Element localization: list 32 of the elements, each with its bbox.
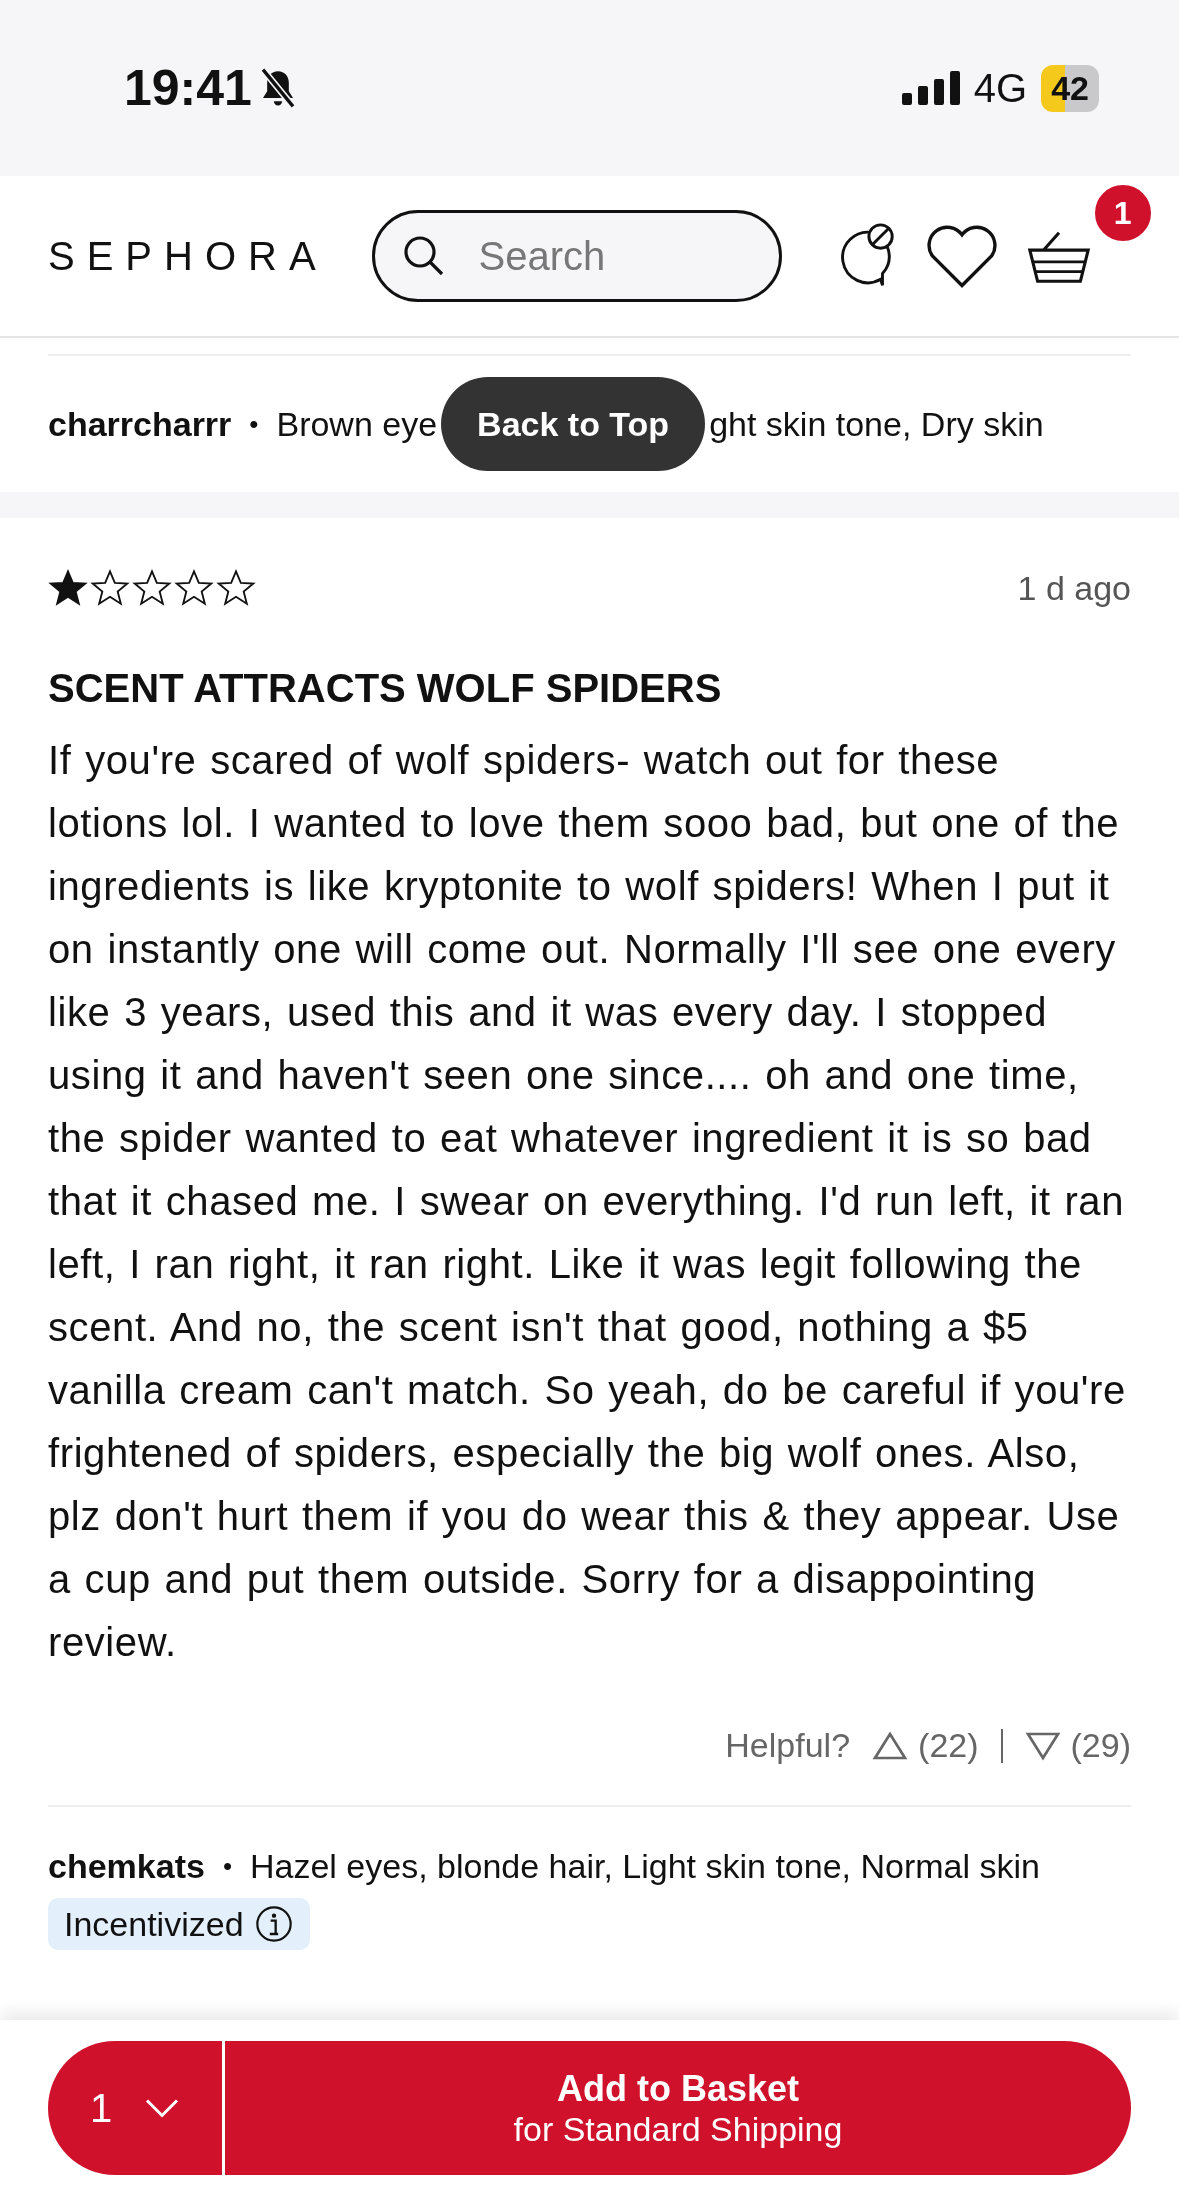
search-field[interactable]: Search (371, 210, 782, 302)
separator-dot: • (222, 1851, 232, 1882)
quantity-selector[interactable]: 1 (48, 2041, 222, 2175)
back-to-top-button[interactable]: Back to Top (441, 377, 706, 471)
reviewer-profile: ght skin tone, Dry skin (709, 404, 1044, 444)
star-icon (90, 568, 130, 608)
add-to-basket-button[interactable]: Add to Basket for Standard Shipping (225, 2041, 1131, 2175)
star-icon (132, 568, 172, 608)
incentivized-label: Incentivized (64, 1904, 244, 1944)
downvote-button[interactable]: (29) (1024, 1726, 1131, 1765)
incentivized-badge[interactable]: Incentivized (48, 1898, 310, 1950)
reviewer-name: chemkats (48, 1847, 205, 1886)
star-icon (174, 568, 214, 608)
chevron-down-icon (144, 2097, 181, 2119)
reviewer-name: charrcharrr (48, 404, 232, 444)
upvote-button[interactable]: (22) (872, 1726, 979, 1765)
brand-logo[interactable]: SEPHORA (48, 233, 328, 279)
star-icon (48, 568, 88, 608)
separator-dot: • (249, 408, 259, 440)
network-label: 4G (973, 65, 1028, 111)
up-triangle-icon (872, 1730, 909, 1761)
star-icon (216, 568, 256, 608)
review-title: SCENT ATTRACTS WOLF SPIDERS (48, 666, 723, 711)
info-icon (253, 1904, 294, 1944)
reviewer-profile: Brown eye (276, 404, 438, 444)
down-triangle-icon (1024, 1730, 1061, 1761)
status-time: 19:41 (124, 59, 252, 117)
review-body: If you're scared of wolf spiders- watch out for these lotions lol. I wanted to love them sooo bad, but one of the ingredients is like kryptonite to wolf spiders! When I put it on instantly one will come out. Normally I'll see one every like 3 years, used this and it was every day. I stopped using it and haven't seen one since.... oh and one time, the spider wanted to eat whatever ingredient it is so bad that it chased me. I swear on everything. I'd run left, it ran left, I ran right, it ran right. Like it was legit following the scent. And no, the scent isn't that good, nothing a $5 vanilla cream can't match. So yeah, do be careful if you're frightened of spiders, especially the big wolf ones. Also, plz don't hurt them if you do wear this & they appear. Use a cup and put them outside. Sorry for a disappointing review. (48, 737, 1127, 1666)
review-date: 1 d ago (1017, 568, 1131, 608)
reviewer-profile: Hazel eyes, blonde hair, Light skin tone, Normal skin (250, 1847, 1040, 1886)
helpful-label: Helpful? (725, 1726, 851, 1765)
signal-icon (901, 71, 960, 105)
